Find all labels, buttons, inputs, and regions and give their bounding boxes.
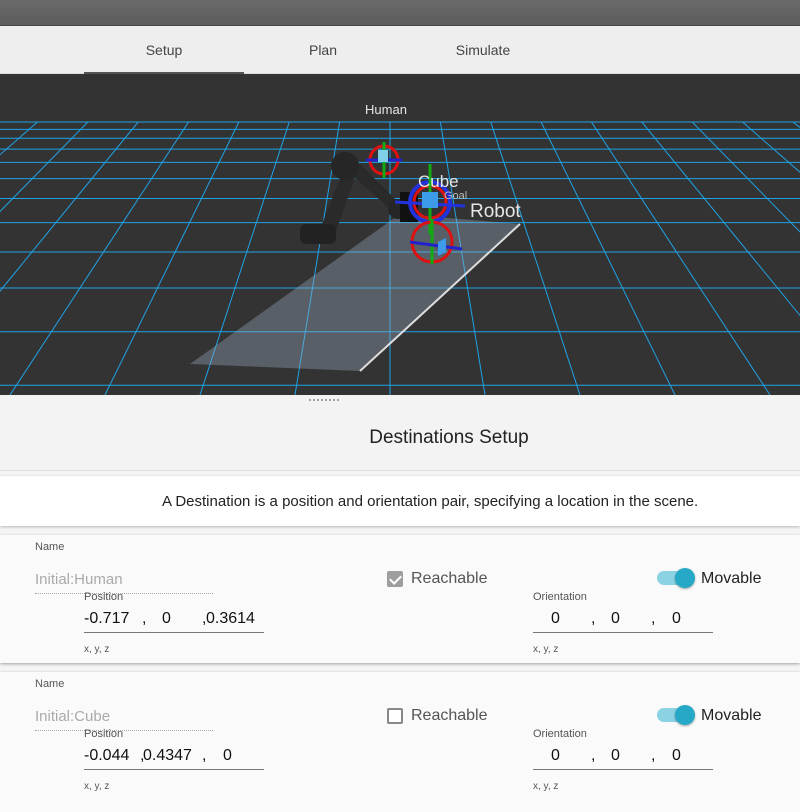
human-gizmo[interactable] [366, 142, 402, 178]
orientation-hint: x, y, z [533, 644, 559, 655]
name-field[interactable]: Initial:Cube [35, 705, 213, 731]
name-label: Name [35, 678, 65, 690]
position-x-input[interactable]: -0.717 [84, 610, 129, 628]
position-hint: x, y, z [84, 781, 110, 792]
orientation-z-input[interactable]: 0 [672, 610, 681, 628]
reachable-checkbox[interactable] [387, 708, 403, 724]
orientation-field[interactable]: 0 , 0 , 0 [533, 605, 713, 633]
section-header: Destinations Setup [0, 407, 800, 471]
comma: , [591, 747, 596, 764]
reachable-label: Reachable [411, 707, 488, 724]
destination-card: Name Initial:Cube Reachable Movable Posi… [0, 672, 800, 812]
tab-bar: Setup Plan Simulate [0, 26, 800, 74]
position-y-input[interactable]: 0 [162, 610, 171, 628]
comma: , [651, 610, 656, 627]
tab-simulate[interactable]: Simulate [403, 26, 563, 74]
orientation-x-input[interactable]: 0 [551, 610, 560, 628]
position-label: Position [84, 591, 124, 603]
label-robot: Robot [470, 201, 521, 222]
section-description-panel: A Destination is a position and orientat… [0, 476, 800, 526]
comma: , [142, 610, 147, 627]
scene-viewport[interactable]: Human Cube Goal Robot [0, 74, 800, 395]
label-human: Human [365, 102, 407, 117]
destination-card: Name Initial:Human Reachable Movable Pos… [0, 535, 800, 663]
orientation-z-input[interactable]: 0 [672, 747, 681, 765]
reachable-label: Reachable [411, 570, 488, 587]
orientation-hint: x, y, z [533, 781, 559, 792]
name-field[interactable]: Initial:Human [35, 568, 213, 594]
toggle-knob [675, 705, 695, 725]
label-cube: Cube [418, 172, 459, 191]
drag-handle-icon[interactable] [308, 398, 340, 402]
position-hint: x, y, z [84, 644, 110, 655]
orientation-x-input[interactable]: 0 [551, 747, 560, 765]
window-title-bar [0, 0, 800, 26]
movable-toggle[interactable] [657, 705, 695, 725]
section-title: Destinations Setup [369, 427, 529, 448]
position-label: Position [84, 728, 124, 740]
name-label: Name [35, 541, 65, 553]
orientation-y-input[interactable]: 0 [611, 610, 620, 628]
tab-plan[interactable]: Plan [243, 26, 403, 74]
position-field[interactable]: -0.717 , 0 , 0.3614 [84, 605, 264, 633]
section-description: A Destination is a position and orientat… [162, 493, 699, 510]
comma: , [202, 747, 207, 764]
workspace-plane [190, 214, 520, 371]
position-z-input[interactable]: 0 [223, 747, 232, 765]
movable-label: Movable [701, 570, 762, 587]
orientation-y-input[interactable]: 0 [611, 747, 620, 765]
resize-splitter[interactable] [0, 395, 800, 407]
label-goal: Goal [444, 190, 467, 202]
tab-setup[interactable]: Setup [84, 26, 244, 74]
position-z-input[interactable]: 0.3614 [206, 610, 255, 628]
position-x-input[interactable]: -0.044 [84, 747, 129, 765]
movable-toggle[interactable] [657, 568, 695, 588]
position-y-input[interactable]: 0.4347 [143, 747, 193, 765]
scene-canvas[interactable]: Human Cube Goal Robot [0, 74, 800, 395]
position-field[interactable]: -0.044 , 0.4347 , 0 [84, 742, 264, 770]
toggle-knob [675, 568, 695, 588]
movable-label: Movable [701, 707, 762, 724]
reachable-checkbox[interactable] [387, 571, 403, 587]
orientation-field[interactable]: 0 , 0 , 0 [533, 742, 713, 770]
orientation-label: Orientation [533, 591, 587, 603]
comma: , [651, 747, 656, 764]
comma: , [591, 610, 596, 627]
orientation-label: Orientation [533, 728, 587, 740]
